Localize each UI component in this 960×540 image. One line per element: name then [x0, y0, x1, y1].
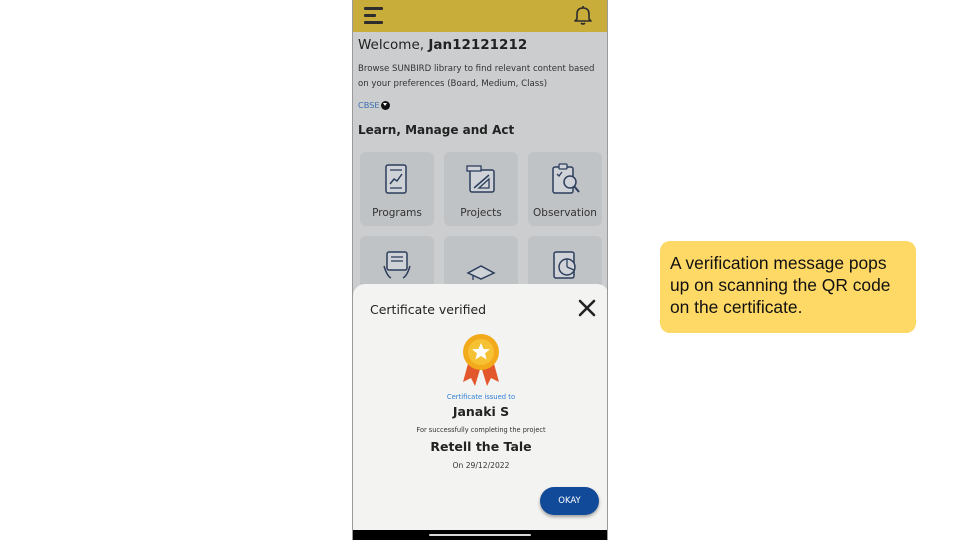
system-nav-bar: [353, 530, 607, 540]
okay-button[interactable]: OKAY: [540, 487, 599, 515]
username: Jan12121212: [428, 37, 528, 53]
bell-icon[interactable]: [573, 4, 593, 26]
certificate-date: On 29/12/2022: [452, 461, 510, 470]
tile-label: Projects: [460, 207, 502, 219]
issued-to-label: Certificate issued to: [446, 393, 516, 401]
survey-icon: [383, 251, 411, 279]
tile-label: Programs: [372, 207, 422, 219]
tile-label: Observation: [533, 207, 597, 219]
home-gesture-handle[interactable]: [429, 534, 531, 536]
certificate-dialog: Certificate verified Certificate issued …: [353, 284, 607, 530]
observation-icon: [552, 163, 580, 194]
tile-programs[interactable]: Programs: [360, 152, 434, 226]
project-name: Retell the Tale: [430, 439, 532, 454]
tile-projects[interactable]: Projects: [444, 152, 518, 226]
recipient-name: Janaki S: [452, 404, 510, 419]
completion-text: For successfully completing the project: [416, 426, 546, 434]
tile-observation[interactable]: Observation: [528, 152, 602, 226]
projects-icon: [466, 165, 495, 193]
board-selector[interactable]: CBSE: [358, 100, 390, 110]
section-title: Learn, Manage and Act: [358, 123, 515, 137]
dialog-title: Certificate verified: [370, 302, 487, 317]
welcome-text: Welcome, Jan12121212: [358, 37, 528, 53]
board-label: CBSE: [358, 100, 380, 110]
programs-icon: [385, 164, 407, 194]
phone-screen: Welcome, Jan12121212 Browse SUNBIRD libr…: [352, 0, 608, 540]
annotation-callout: A verification message pops up on scanni…: [660, 241, 916, 333]
dropdown-icon: [380, 100, 390, 110]
graduation-cap-icon: [466, 265, 496, 280]
medal-icon: [463, 334, 499, 386]
report-icon: [553, 251, 576, 279]
app-header: [353, 0, 607, 32]
hamburger-menu-icon[interactable]: [364, 7, 384, 25]
browse-description: Browse SUNBIRD library to find relevant …: [358, 64, 595, 89]
close-icon[interactable]: [577, 298, 597, 318]
